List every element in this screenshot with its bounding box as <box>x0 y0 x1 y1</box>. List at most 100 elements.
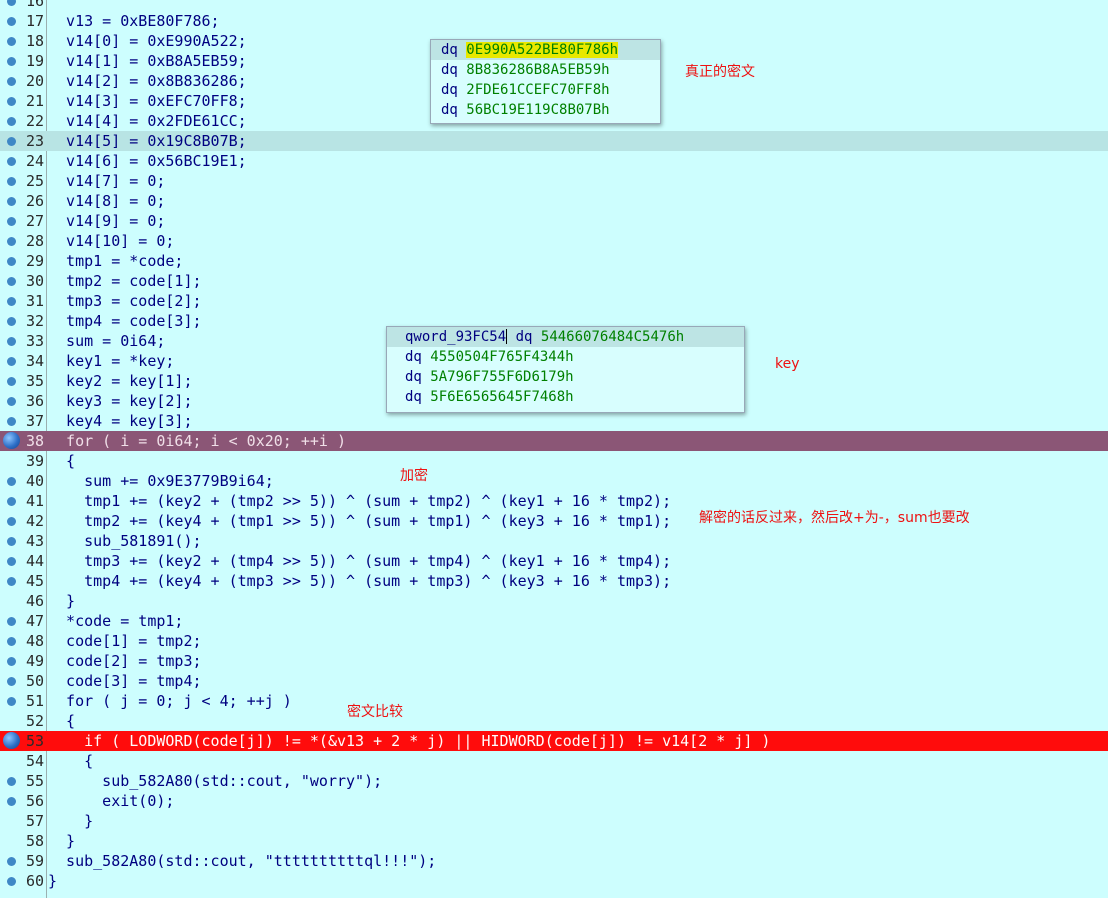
code-line[interactable]: 37 key4 = key[3]; <box>0 411 1108 431</box>
code-text[interactable]: { <box>48 751 93 771</box>
code-line[interactable]: 49 code[2] = tmp3; <box>0 651 1108 671</box>
line-marker-dot[interactable] <box>7 197 16 206</box>
line-marker-dot[interactable] <box>7 697 16 706</box>
line-marker-dot[interactable] <box>7 77 16 86</box>
code-text[interactable]: tmp3 += (key2 + (tmp4 >> 5)) ^ (sum + tm… <box>48 551 671 571</box>
line-marker-dot[interactable] <box>7 797 16 806</box>
line-marker-dot[interactable] <box>7 117 16 126</box>
line-marker-dot[interactable] <box>7 497 16 506</box>
line-marker-dot[interactable] <box>7 137 16 146</box>
code-line[interactable]: 51 for ( j = 0; j < 4; ++j ) <box>0 691 1108 711</box>
line-marker-dot[interactable] <box>7 777 16 786</box>
code-text[interactable]: v14[5] = 0x19C8B07B; <box>48 131 247 151</box>
line-marker-dot[interactable] <box>7 97 16 106</box>
code-line[interactable]: 59 sub_582A80(std::cout, "ttttttttttql!!… <box>0 851 1108 871</box>
code-text[interactable]: tmp2 += (key4 + (tmp1 >> 5)) ^ (sum + tm… <box>48 511 671 531</box>
line-marker-dot[interactable] <box>7 277 16 286</box>
code-line[interactable]: 56 exit(0); <box>0 791 1108 811</box>
code-text[interactable]: } <box>48 811 93 831</box>
code-text[interactable]: tmp2 = code[1]; <box>48 271 201 291</box>
code-line[interactable]: 30 tmp2 = code[1]; <box>0 271 1108 291</box>
line-marker-dot[interactable] <box>7 297 16 306</box>
line-marker-dot[interactable] <box>7 877 16 886</box>
pseudocode-view[interactable]: 16 17 v13 = 0xBE80F786; 18 v14[0] = 0xE990… <box>0 0 1108 891</box>
code-text[interactable]: tmp1 = *code; <box>48 251 183 271</box>
code-text[interactable]: sub_582A80(std::cout, "worry"); <box>48 771 382 791</box>
code-text[interactable]: code[2] = tmp3; <box>48 651 201 671</box>
code-line[interactable]: 54 { <box>0 751 1108 771</box>
code-text[interactable]: } <box>48 871 57 891</box>
code-text[interactable]: v14[1] = 0xB8A5EB59; <box>48 51 247 71</box>
code-line[interactable]: 60} <box>0 871 1108 891</box>
code-line[interactable]: 55 sub_582A80(std::cout, "worry"); <box>0 771 1108 791</box>
code-text[interactable]: for ( i = 0i64; i < 0x20; ++i ) <box>48 431 346 451</box>
line-marker-dot[interactable] <box>7 177 16 186</box>
code-text[interactable]: exit(0); <box>48 791 174 811</box>
code-text[interactable]: code[1] = tmp2; <box>48 631 201 651</box>
code-line[interactable]: 17 v13 = 0xBE80F786; <box>0 11 1108 31</box>
line-marker-dot[interactable] <box>7 857 16 866</box>
line-marker-dot[interactable] <box>7 637 16 646</box>
line-marker-dot[interactable] <box>7 477 16 486</box>
code-text[interactable]: { <box>48 451 75 471</box>
code-text[interactable]: key4 = key[3]; <box>48 411 192 431</box>
code-text[interactable]: v14[2] = 0x8B836286; <box>48 71 247 91</box>
code-line[interactable]: 52 { <box>0 711 1108 731</box>
code-line[interactable]: 43 sub_581891(); <box>0 531 1108 551</box>
code-line[interactable]: 29 tmp1 = *code; <box>0 251 1108 271</box>
code-text[interactable]: if ( LODWORD(code[j]) != *(&v13 + 2 * j)… <box>48 731 770 751</box>
line-marker-dot[interactable] <box>7 257 16 266</box>
line-marker-dot[interactable] <box>7 357 16 366</box>
code-line[interactable]: 47 *code = tmp1; <box>0 611 1108 631</box>
line-marker-dot[interactable] <box>7 37 16 46</box>
code-line[interactable]: 28 v14[10] = 0; <box>0 231 1108 251</box>
code-text[interactable]: v14[0] = 0xE990A522; <box>48 31 247 51</box>
code-text[interactable]: sum = 0i64; <box>48 331 165 351</box>
code-line[interactable]: 40 sum += 0x9E3779B9i64; <box>0 471 1108 491</box>
line-marker-dot[interactable] <box>7 657 16 666</box>
code-line[interactable]: 48 code[1] = tmp2; <box>0 631 1108 651</box>
code-text[interactable]: v14[7] = 0; <box>48 171 165 191</box>
code-text[interactable]: tmp4 += (key4 + (tmp3 >> 5)) ^ (sum + tm… <box>48 571 671 591</box>
line-marker-dot[interactable] <box>7 577 16 586</box>
code-line[interactable]: 39 { <box>0 451 1108 471</box>
code-line[interactable]: 46 } <box>0 591 1108 611</box>
code-text[interactable]: { <box>48 711 75 731</box>
code-text[interactable]: code[3] = tmp4; <box>48 671 201 691</box>
code-line[interactable]: 38 for ( i = 0i64; i < 0x20; ++i ) <box>0 431 1108 451</box>
code-line[interactable]: 50 code[3] = tmp4; <box>0 671 1108 691</box>
code-text[interactable]: key1 = *key; <box>48 351 174 371</box>
line-marker-dot[interactable] <box>7 537 16 546</box>
code-line[interactable]: 44 tmp3 += (key2 + (tmp4 >> 5)) ^ (sum +… <box>0 551 1108 571</box>
code-line[interactable]: 26 v14[8] = 0; <box>0 191 1108 211</box>
line-marker-dot[interactable] <box>7 237 16 246</box>
code-line[interactable]: 31 tmp3 = code[2]; <box>0 291 1108 311</box>
code-text[interactable]: v14[8] = 0; <box>48 191 165 211</box>
code-text[interactable]: tmp4 = code[3]; <box>48 311 201 331</box>
line-marker-dot[interactable] <box>7 0 16 6</box>
code-text[interactable]: key3 = key[2]; <box>48 391 192 411</box>
code-line[interactable]: 25 v14[7] = 0; <box>0 171 1108 191</box>
code-text[interactable]: *code = tmp1; <box>48 611 183 631</box>
line-marker-dot[interactable] <box>7 57 16 66</box>
line-marker-dot[interactable] <box>7 337 16 346</box>
line-marker-dot[interactable] <box>7 397 16 406</box>
code-text[interactable]: sub_582A80(std::cout, "ttttttttttql!!!")… <box>48 851 436 871</box>
code-text[interactable]: sub_581891(); <box>48 531 201 551</box>
line-marker-dot[interactable] <box>7 217 16 226</box>
code-line[interactable]: 58 } <box>0 831 1108 851</box>
code-text[interactable]: v14[4] = 0x2FDE61CC; <box>48 111 247 131</box>
code-text[interactable]: tmp1 += (key2 + (tmp2 >> 5)) ^ (sum + tm… <box>48 491 671 511</box>
code-text[interactable]: } <box>48 831 75 851</box>
code-text[interactable]: } <box>48 591 75 611</box>
code-line[interactable]: 23 v14[5] = 0x19C8B07B; <box>0 131 1108 151</box>
line-marker-dot[interactable] <box>7 157 16 166</box>
line-marker-dot[interactable] <box>7 417 16 426</box>
line-marker-dot[interactable] <box>7 517 16 526</box>
code-text[interactable]: v14[6] = 0x56BC19E1; <box>48 151 247 171</box>
code-line[interactable]: 57 } <box>0 811 1108 831</box>
code-text[interactable]: v14[3] = 0xEFC70FF8; <box>48 91 247 111</box>
line-marker-dot[interactable] <box>7 317 16 326</box>
line-marker-dot[interactable] <box>7 617 16 626</box>
code-line[interactable]: 24 v14[6] = 0x56BC19E1; <box>0 151 1108 171</box>
